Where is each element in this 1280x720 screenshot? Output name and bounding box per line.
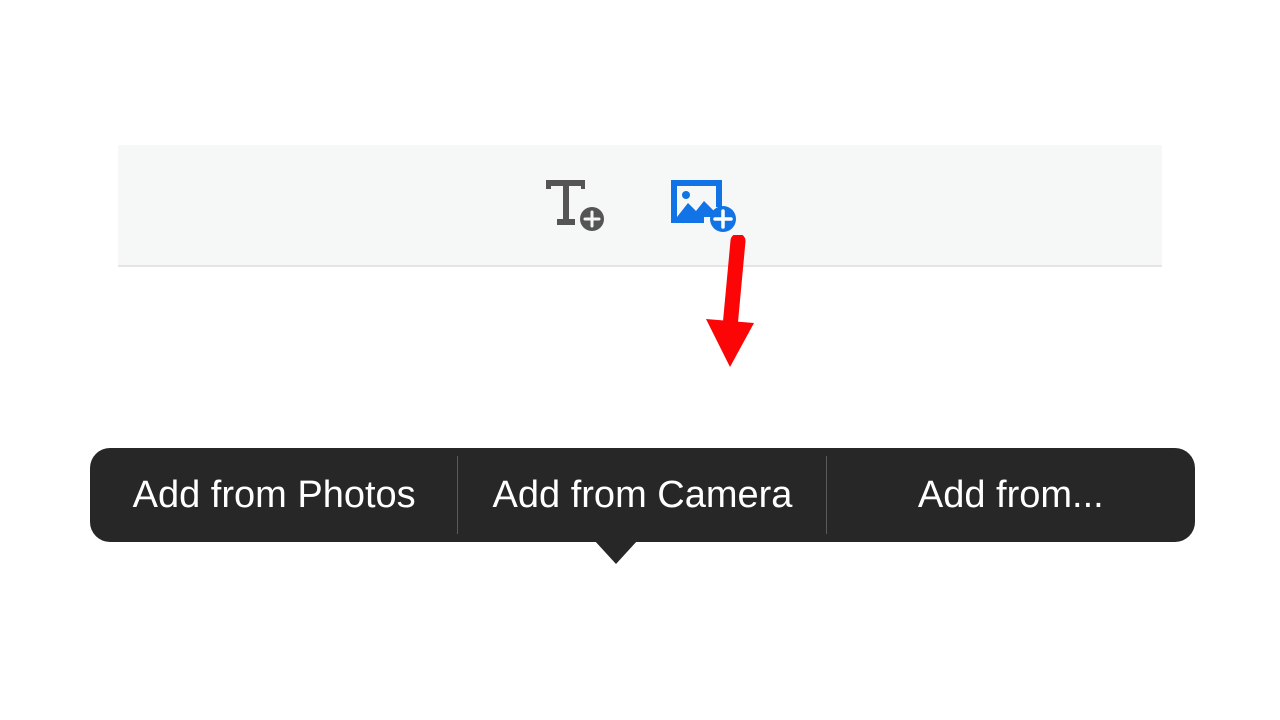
add-text-icon [543,177,608,233]
add-from-camera-item[interactable]: Add from Camera [458,448,826,542]
menu-item-label: Add from Photos [133,474,416,517]
add-image-icon [668,177,738,233]
add-image-button[interactable] [668,177,738,233]
add-from-photos-item[interactable]: Add from Photos [90,448,458,542]
add-image-popup-menu: Add from Photos Add from Camera Add from… [90,448,1195,542]
toolbar [118,145,1162,267]
menu-item-label: Add from Camera [493,474,793,517]
add-from-more-item[interactable]: Add from... [827,448,1195,542]
menu-item-label: Add from... [918,474,1104,517]
popup-tail [594,540,638,564]
add-text-button[interactable] [543,177,608,233]
